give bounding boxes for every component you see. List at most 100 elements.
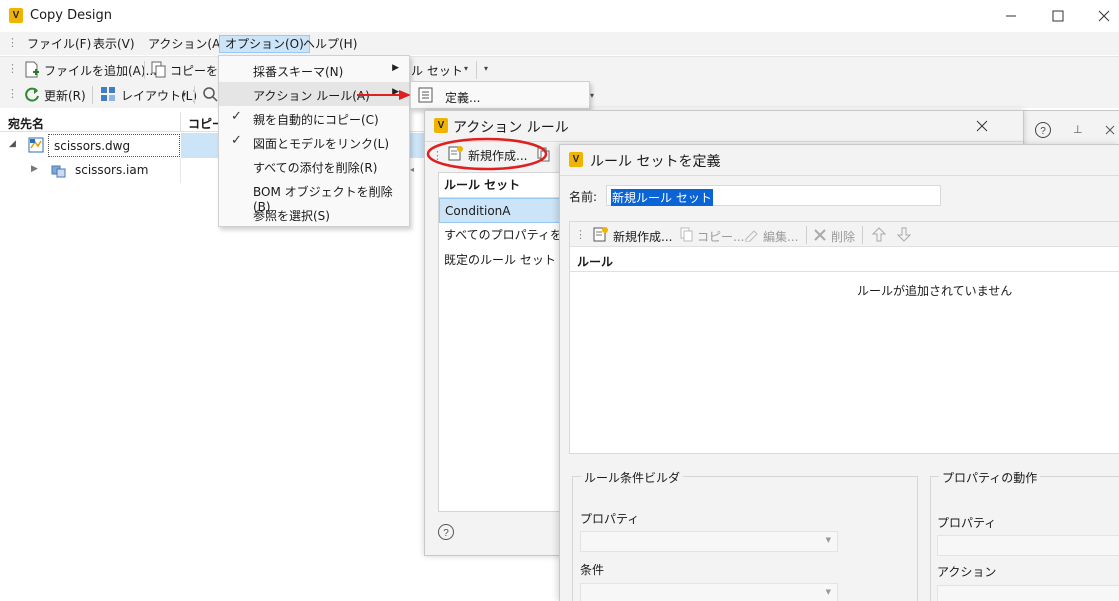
property-action-dropdown[interactable]	[937, 535, 1119, 556]
list-header[interactable]: ルール セット	[439, 173, 561, 198]
toolbar-separator	[862, 226, 863, 244]
search-icon[interactable]	[202, 86, 218, 103]
toolbar-separator	[194, 86, 195, 104]
column-divider	[180, 158, 181, 183]
menu-item-define[interactable]: 定義...	[445, 89, 480, 106]
group-title: プロパティの動作	[939, 469, 1041, 486]
dialog-title: ルール セットを定義	[590, 154, 721, 170]
rules-panel: ⋮ 新規作成... コピー... 編集... 削除 ルール ルールが追加されてい…	[569, 221, 1119, 454]
divider	[560, 175, 1119, 176]
row-name: scissors.dwg	[54, 139, 131, 153]
ruleset-dropdown-icon[interactable]: ▾	[464, 64, 468, 73]
menu-item-auto-copy-parent[interactable]: ✓ 親を自動的にコピー(C)	[219, 106, 409, 130]
minimize-icon	[1006, 15, 1016, 17]
chevron-down-icon: ▼	[825, 536, 831, 544]
menu-item-remove-bom[interactable]: BOM オブジェクトを削除(B)	[219, 178, 409, 214]
condition-label: 条件	[580, 563, 605, 577]
menu-item-label: 図面とモデルをリンク(L)	[253, 137, 390, 151]
property-dropdown[interactable]: ▼	[580, 531, 838, 552]
assembly-icon	[51, 165, 66, 178]
submenu-arrow-icon: ▶	[392, 63, 399, 73]
right-panel-header: ? ⊥	[1024, 110, 1119, 146]
menu-item-remove-attachments[interactable]: すべての添付を削除(R)	[219, 154, 409, 178]
app-logo-icon: V	[9, 8, 23, 23]
ruleset-selector-text[interactable]: ル セット	[411, 62, 463, 79]
menu-item-label: 採番スキーマ(N)	[253, 65, 344, 79]
column-divider	[180, 112, 181, 132]
new-document-icon	[593, 227, 608, 242]
toolbar-separator	[806, 226, 807, 244]
checkmark-icon: ✓	[231, 133, 242, 148]
menu-options[interactable]: オプション(O)	[219, 35, 310, 53]
main-titlebar: V Copy Design	[0, 0, 1119, 32]
svg-text:?: ?	[443, 528, 449, 539]
name-input[interactable]: 新規ルール セット	[606, 185, 941, 206]
refresh-icon	[25, 87, 39, 102]
close-icon[interactable]	[1104, 124, 1116, 136]
menu-action[interactable]: アクション(A)	[143, 35, 230, 53]
close-icon[interactable]	[975, 119, 989, 133]
annotation-arrow-icon	[357, 90, 411, 100]
menu-file[interactable]: ファイル(F)	[22, 35, 96, 53]
define-ruleset-dialog: V ルール セットを定義 名前: 新規ルール セット ⋮ 新規作成... コピー…	[559, 144, 1119, 601]
move-up-icon[interactable]	[872, 227, 886, 242]
menu-view[interactable]: 表示(V)	[88, 35, 140, 53]
annotation-circle-icon	[426, 137, 548, 171]
action-label: アクション	[937, 565, 997, 579]
row-name-cell[interactable]: scissors.dwg	[48, 134, 180, 157]
menu-item-select-references[interactable]: 参照を選択(S)	[219, 202, 409, 226]
condition-dropdown[interactable]: ▼	[580, 583, 838, 601]
list-item[interactable]: ConditionA	[439, 198, 561, 223]
menubar: ⋮ ファイル(F) 表示(V) アクション(A) オプション(O) ヘルプ(H)	[0, 32, 1119, 55]
toolbar-overflow-icon[interactable]: ▾	[484, 64, 488, 73]
property-label: プロパティ	[937, 516, 997, 530]
add-file-button[interactable]: ファイルを追加(A)...	[44, 62, 157, 79]
tree-collapse-icon[interactable]: ▶	[31, 164, 38, 174]
property-actions-group: プロパティの動作 プロパティ アクション	[930, 469, 1119, 601]
name-label: 名前:	[569, 190, 598, 204]
pin-icon[interactable]: ⊥	[1073, 123, 1083, 136]
tree-expand-icon[interactable]: ◢	[9, 139, 16, 149]
copy-icon	[151, 61, 166, 78]
column-header-destination[interactable]: 宛先名	[8, 115, 44, 132]
help-icon[interactable]: ?	[437, 523, 455, 541]
maximize-button[interactable]	[1043, 6, 1073, 26]
new-rule-button[interactable]: 新規作成...	[613, 228, 672, 245]
menu-item-link-drawing-model[interactable]: ✓ 図面とモデルをリンク(L)	[219, 130, 409, 154]
dropdown-chevron-icon[interactable]: ▾	[590, 91, 594, 100]
toolbar-separator	[144, 61, 145, 79]
menu-item-numbering-scheme[interactable]: 採番スキーマ(N) ▶	[219, 58, 409, 82]
app-logo-icon: V	[569, 152, 583, 167]
window-title: Copy Design	[30, 8, 112, 23]
rules-toolbar: ⋮ 新規作成... コピー... 編集... 削除	[570, 222, 1119, 247]
column-header-rule[interactable]: ルール	[577, 253, 613, 270]
list-item[interactable]: 既定のルール セット	[439, 248, 561, 273]
menu-help[interactable]: ヘルプ(H)	[298, 35, 362, 53]
name-input-value: 新規ルール セット	[611, 189, 713, 206]
close-window-button[interactable]	[1090, 6, 1119, 26]
toolbar-grip-icon: ⋮	[575, 228, 586, 241]
rules-table-header: ルール	[570, 248, 1119, 272]
minimize-button[interactable]	[996, 6, 1026, 26]
list-item[interactable]: すべてのプロパティをコピー	[439, 223, 561, 248]
toolbar-grip-icon: ⋮	[7, 62, 18, 75]
refresh-button[interactable]: 更新(R)	[44, 87, 86, 104]
copy-rule-button[interactable]: コピー...	[697, 228, 744, 245]
delete-icon	[814, 229, 826, 241]
delete-rule-button[interactable]: 削除	[831, 228, 855, 245]
drawing-icon	[28, 137, 44, 153]
close-icon	[1098, 10, 1110, 22]
move-down-icon[interactable]	[897, 227, 911, 242]
menu-scroll-icon: ◂	[410, 165, 415, 174]
svg-text:?: ?	[1040, 126, 1046, 137]
copy-icon	[680, 227, 693, 242]
edit-rule-button[interactable]: 編集...	[763, 228, 798, 245]
help-icon[interactable]: ?	[1034, 121, 1052, 139]
chevron-down-icon: ▼	[825, 588, 831, 596]
app-logo-icon: V	[434, 118, 448, 133]
toolbar-separator	[476, 61, 477, 79]
menubar-grip-icon: ⋮	[7, 36, 18, 49]
action-dropdown[interactable]	[937, 585, 1119, 601]
layout-dropdown-icon[interactable]: ▾	[182, 90, 186, 99]
toolbar-grip-icon: ⋮	[7, 87, 18, 100]
